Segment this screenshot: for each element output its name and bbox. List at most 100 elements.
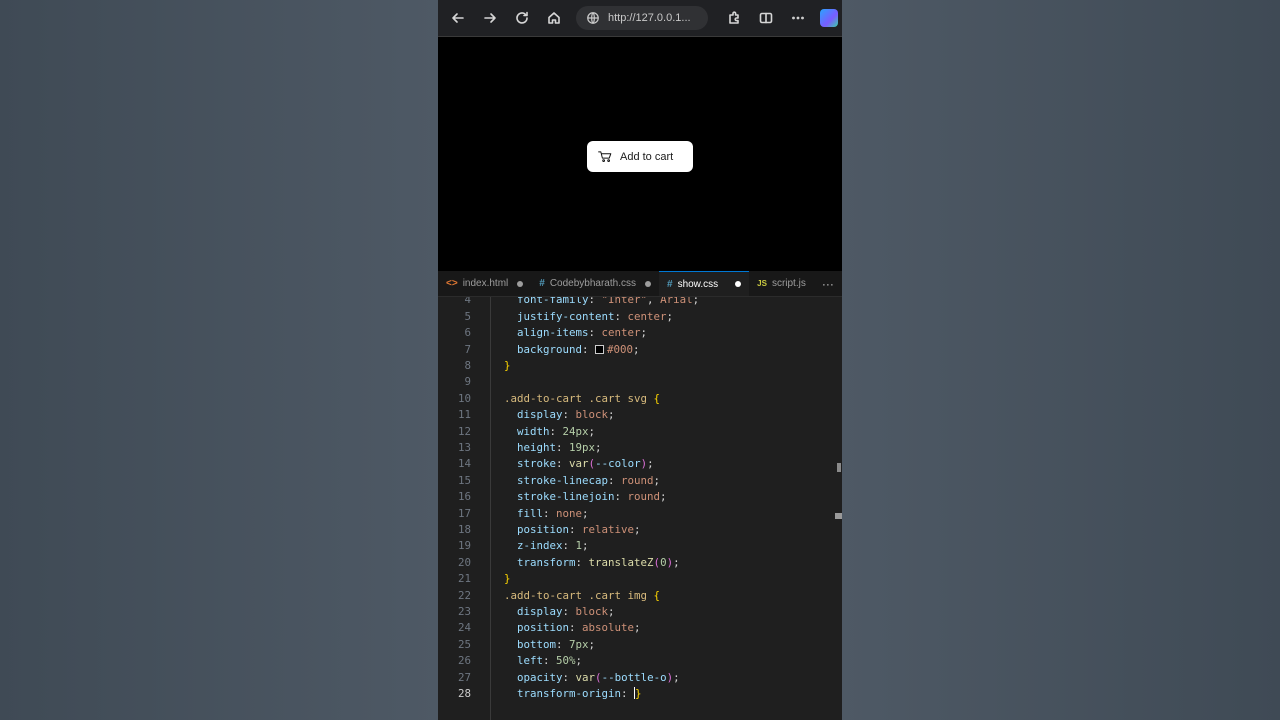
code-line[interactable]: 11 display: block; [438, 407, 842, 423]
code-line[interactable]: 4 font-family: "Inter", Arial; [438, 297, 842, 309]
line-number: 18 [457, 523, 471, 536]
code-token: ; [582, 539, 589, 553]
code-token: ; [647, 457, 654, 471]
code-line[interactable]: 12 width: 24px; [438, 424, 842, 440]
code-line[interactable]: 10 .add-to-cart .cart svg { [438, 391, 842, 407]
code-token: : [582, 342, 596, 356]
home-button[interactable] [538, 5, 570, 31]
code-line[interactable]: 28 transform-origin: } [438, 686, 842, 702]
code-token: position [504, 523, 570, 536]
code-token: } [635, 687, 642, 700]
code-line[interactable]: 26 left: 50%; [438, 653, 842, 669]
code-token: ; [653, 473, 661, 487]
code-token: height [504, 441, 557, 454]
code-line[interactable]: 9 [438, 374, 842, 390]
home-icon [548, 12, 560, 24]
code-line[interactable]: 16 stroke-linejoin: round; [438, 489, 842, 505]
cart-icon [598, 151, 612, 162]
code-line[interactable]: 14 stroke: var(--color); [438, 456, 842, 472]
back-button[interactable] [442, 5, 474, 31]
code-token: align-items [504, 326, 589, 340]
code-token: bottom [504, 637, 557, 651]
code-token: ; [634, 523, 641, 536]
code-line[interactable]: 17 fill: none; [438, 506, 842, 522]
line-number: 16 [457, 490, 471, 504]
code-token: .add-to-cart .cart svg [504, 391, 654, 405]
unsaved-dot-icon[interactable] [645, 280, 651, 287]
css-file-icon: # [539, 278, 545, 289]
tab-label: script.js [771, 278, 806, 289]
scrollbar-marker[interactable] [837, 463, 841, 472]
code-token: 19px [569, 441, 596, 454]
line-number: 9 [464, 375, 471, 389]
code-line[interactable]: 24 position: absolute; [438, 620, 842, 636]
forward-button[interactable] [474, 5, 506, 31]
tab-codebybharath-css[interactable]: # Codebybharath.css [531, 271, 659, 296]
code-token: : [569, 523, 583, 536]
code-token: z-index [504, 539, 563, 553]
url-text: http://127.0.0.1... [608, 12, 691, 24]
code-token: relative [582, 523, 635, 536]
code-text: } [504, 358, 511, 374]
code-editor[interactable]: 4 font-family: "Inter", Arial; 5 justify-… [438, 297, 842, 720]
code-token: : [543, 654, 557, 668]
code-line[interactable]: 21} [438, 571, 842, 587]
more-button[interactable] [782, 5, 814, 31]
code-line[interactable]: 20 transform: translateZ(0); [438, 555, 842, 571]
background-right [842, 0, 1280, 720]
code-line[interactable]: 13 height: 19px; [438, 440, 842, 456]
code-line[interactable]: 27 opacity: var(--bottle-o); [438, 670, 842, 686]
line-number: 21 [457, 572, 471, 586]
code-line[interactable]: 5 justify-content: center; [438, 309, 842, 325]
line-number: 6 [464, 326, 471, 340]
color-swatch-icon [595, 344, 605, 354]
scrollbar-marker[interactable] [835, 513, 842, 519]
code-token: ; [666, 309, 674, 323]
code-text: bottom: 7px; [504, 637, 595, 653]
code-line[interactable]: 25 bottom: 7px; [438, 637, 842, 653]
unsaved-dot-icon[interactable] [517, 280, 524, 287]
code-text: height: 19px; [504, 440, 602, 456]
line-number: 10 [457, 391, 471, 405]
code-line[interactable]: 8} [438, 358, 842, 374]
code-token: background [504, 342, 583, 356]
code-text: width: 24px; [504, 424, 595, 440]
code-token: : [562, 408, 576, 422]
code-token: ; [692, 297, 700, 307]
html-file-icon: <> [446, 278, 458, 289]
code-token: : [562, 539, 576, 553]
code-text: align-items: center; [504, 325, 647, 341]
code-token: ; [660, 490, 667, 504]
code-token: display [504, 408, 563, 422]
code-token: block [575, 408, 609, 422]
tab-show-css[interactable]: # show.css [659, 271, 750, 296]
code-token: : [556, 457, 570, 471]
line-number: 12 [457, 424, 471, 438]
code-token: --bottle-o [601, 670, 667, 684]
unsaved-dot-icon[interactable] [735, 281, 742, 287]
code-text: .add-to-cart .cart img { [504, 588, 660, 604]
code-token: } [504, 572, 511, 586]
copilot-icon[interactable] [820, 9, 838, 27]
code-line[interactable]: 23 display: block; [438, 604, 842, 620]
code-text: fill: none; [504, 506, 589, 522]
tab-script-js[interactable]: JS script.js [749, 271, 814, 296]
more-actions-icon[interactable]: ··· [814, 271, 842, 296]
code-text: stroke: var(--color); [504, 456, 654, 472]
code-text: .add-to-cart .cart svg { [504, 391, 660, 407]
split-screen-button[interactable] [750, 5, 782, 31]
extensions-button[interactable] [718, 5, 750, 31]
address-bar[interactable]: http://127.0.0.1... [576, 6, 708, 30]
code-line[interactable]: 18 position: relative; [438, 522, 842, 538]
background-left [0, 0, 438, 720]
refresh-button[interactable] [506, 5, 538, 31]
code-line[interactable]: 22 .add-to-cart .cart img { [438, 588, 842, 604]
tab-index-html[interactable]: <> index.html [438, 271, 531, 296]
code-line[interactable]: 15 stroke-linecap: round; [438, 473, 842, 489]
code-token: --color [595, 457, 641, 471]
code-line[interactable]: 6 align-items: center; [438, 325, 842, 341]
code-text: transform: translateZ(0); [504, 555, 680, 571]
code-line[interactable]: 19 z-index: 1; [438, 538, 842, 554]
code-line[interactable]: 7 background: #000; [438, 342, 842, 358]
add-to-cart-button[interactable]: Add to cart [587, 141, 693, 172]
